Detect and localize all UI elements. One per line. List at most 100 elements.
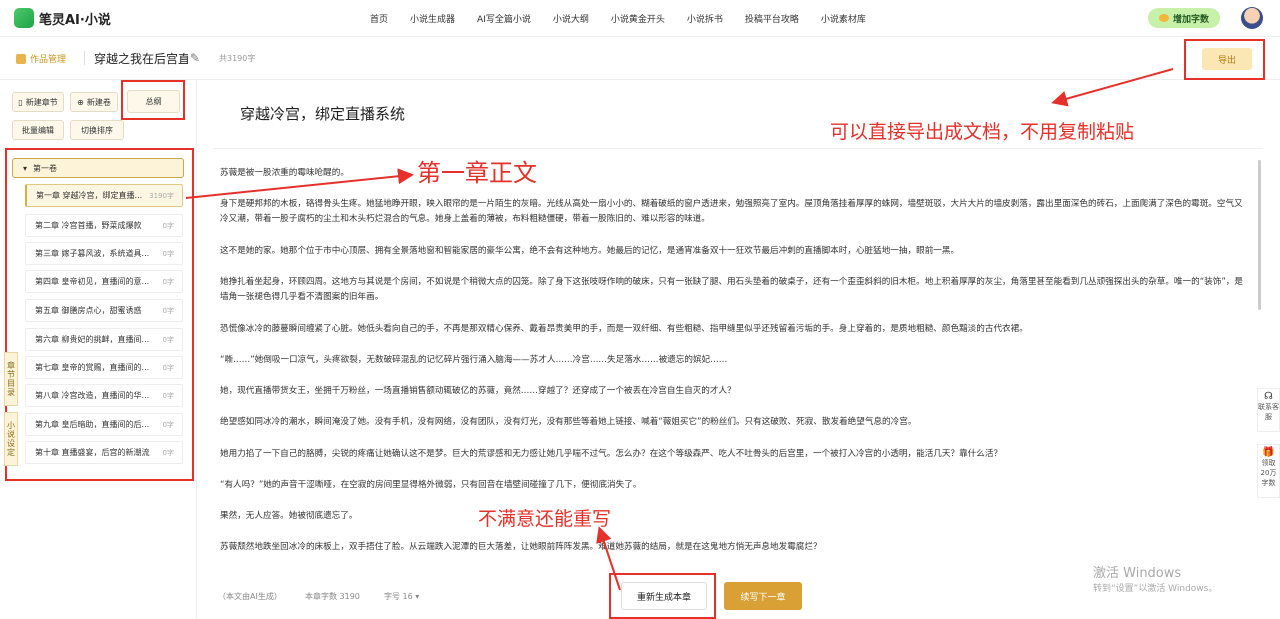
windows-watermark: 激活 Windows [1093, 566, 1182, 581]
paragraph[interactable]: 她用力掐了一下自己的胳膊，尖锐的疼痛让她确认这不是梦。巨大的荒谬感和无力感让她几… [220, 447, 1250, 462]
regen-annotation: 不满意还能重写 [478, 508, 612, 530]
nav-link-home[interactable]: 首页 [370, 12, 388, 25]
divider [84, 51, 85, 65]
paragraph[interactable]: 恐慌像冰冷的藤蔓瞬间缠紧了心脏。她低头看向自己的手，不再是那双精心保养、戴着昂贵… [220, 322, 1250, 337]
continue-next-chapter-button[interactable]: 续写下一章 [724, 582, 802, 610]
logo[interactable]: 笔灵AI·小说 [14, 8, 111, 28]
nav-link-ai-full[interactable]: AI写全篇小说 [477, 12, 531, 25]
claim-words-button[interactable]: 🎁 领取20万字数 [1257, 444, 1280, 498]
work-title[interactable]: 穿越之我在后宫直播 [94, 50, 188, 67]
paragraph[interactable]: 身下是硬邦邦的木板，硌得骨头生疼。她猛地睁开眼，映入眼帘的是一片陌生的灰暗。光线… [220, 197, 1250, 227]
paragraph[interactable]: 苏薇是被一股浓重的霉味呛醒的。 [220, 166, 1250, 181]
tab-chapter-catalog[interactable]: 章节目录 [4, 352, 18, 406]
chapter-count: 0字 [162, 391, 174, 400]
chapter-name: 第三章 嫁子篡风波，系统道具... [35, 249, 150, 258]
regenerate-chapter-button[interactable]: 重新生成本章 [621, 582, 707, 610]
chapter-count: 0字 [162, 448, 174, 457]
nav-link-generator[interactable]: 小说生成器 [410, 12, 455, 25]
chapter-item[interactable]: 第一章 穿越冷宫，绑定直播... 3190字 [25, 184, 183, 207]
windows-watermark-sub: 转到“设置”以激活 Windows。 [1093, 584, 1218, 594]
claim-words-label: 领取20万字数 [1260, 459, 1277, 487]
chapter-name: 第二章 冷宫首播，野菜成爆款 [35, 221, 142, 230]
edit-icon[interactable]: ✎ [190, 51, 200, 65]
chapter-item[interactable]: 第二章 冷宫首播，野菜成爆款 0字 [25, 214, 183, 237]
add-words-button[interactable]: 增加字数 [1148, 8, 1220, 28]
paragraph[interactable]: 苏薇颓然地跌坐回冰冷的床板上，双手捂住了脸。从云端跌入泥潭的巨大落差，让她眼前阵… [220, 540, 1250, 555]
headset-icon: ☊ [1264, 391, 1273, 402]
chapter-count: 3190字 [149, 191, 174, 200]
chapter-annotation: 第一章正文 [417, 159, 537, 187]
paragraph[interactable]: “嘶……”她倒吸一口凉气，头疼欲裂，无数破碎混乱的记忆碎片强行涌入脑海——苏才人… [220, 353, 1250, 368]
chapter-count: 0字 [162, 335, 174, 344]
chapter-count: 0字 [162, 277, 174, 286]
paragraph[interactable]: 她挣扎着坐起身，环顾四周。这地方与其说是个房间，不如说是个稍微大点的囚笼。除了身… [220, 275, 1250, 305]
font-size-select[interactable]: 字号 16 ▾ [384, 591, 419, 602]
chapter-item[interactable]: 第九章 皇后暗助，直播间的后... 0字 [25, 413, 183, 436]
chapter-item[interactable]: 第五章 御膳房点心，甜蜜诱惑 0字 [25, 299, 183, 322]
batch-edit-button[interactable]: 批量编辑 [12, 120, 64, 140]
volume-label: 第一卷 [33, 163, 58, 173]
avatar[interactable] [1241, 7, 1263, 29]
nav-link-opening[interactable]: 小说黄金开头 [611, 12, 665, 25]
chapter-name: 第七章 皇帝的赏赐，直播间的... [35, 363, 150, 372]
works-icon [16, 53, 26, 64]
gift-icon: 🎁 [1262, 447, 1275, 458]
chapter-name: 第一章 穿越冷宫，绑定直播... [36, 191, 143, 200]
caret-down-icon: ▾ [415, 592, 420, 601]
new-chapter-label: 新建章节 [25, 97, 58, 107]
chapter-count: 0字 [162, 420, 174, 429]
divider [213, 148, 1263, 149]
nav-link-book-split[interactable]: 小说拆书 [687, 12, 723, 25]
chapter-count: 0字 [162, 363, 174, 372]
total-word-count: 共3190字 [219, 54, 256, 63]
logo-icon [14, 8, 34, 28]
nav-link-materials[interactable]: 小说素材库 [821, 12, 866, 25]
paragraph[interactable]: 绝望感如同冰冷的潮水，瞬间淹没了她。没有手机，没有网络，没有团队，没有灯光，没有… [220, 415, 1250, 430]
chapter-item[interactable]: 第三章 嫁子篡风波，系统道具... 0字 [25, 242, 183, 265]
font-size-label: 字号 16 [384, 592, 413, 601]
chapter-title[interactable]: 穿越冷宫，绑定直播系统 [240, 103, 405, 124]
paragraph[interactable]: 这不是她的家。她那个位于市中心顶层、拥有全景落地窗和智能家居的豪华公寓，绝不会有… [220, 244, 1250, 259]
chapter-name: 第六章 柳贵妃的挑衅，直播间... [35, 335, 150, 344]
chapter-count: 0字 [162, 306, 174, 315]
plus-circle-icon: ⊕ [77, 97, 84, 107]
chapter-name: 第五章 御膳房点心，甜蜜诱惑 [35, 306, 142, 315]
chapter-item[interactable]: 第七章 皇帝的赏赐，直播间的... 0字 [25, 356, 183, 379]
nav-link-outline[interactable]: 小说大纲 [553, 12, 589, 25]
chapter-word-count: 本章字数 3190 [305, 592, 360, 601]
new-volume-button[interactable]: ⊕ 新建卷 [70, 92, 118, 112]
work-header: 作品管理 穿越之我在后宫直播 ✎ 共3190字 [0, 37, 1280, 80]
switch-sort-button[interactable]: 切换排序 [70, 120, 124, 140]
caret-down-icon: ▾ [23, 163, 28, 173]
chapter-item[interactable]: 第八章 冷宫改造，直播间的华... 0字 [25, 384, 183, 407]
chapter-name: 第九章 皇后暗助，直播间的后... [35, 420, 150, 429]
contact-service-button[interactable]: ☊ 联系客服 [1257, 388, 1280, 432]
export-annotation: 可以直接导出成文档，不用复制粘贴 [830, 121, 1135, 143]
scrollbar[interactable] [1258, 160, 1261, 310]
contact-service-label: 联系客服 [1258, 403, 1279, 421]
works-label: 作品管理 [30, 55, 67, 65]
chapter-name: 第十章 直播盛宴，后宫的新潮流 [35, 448, 150, 457]
add-words-label: 增加字数 [1172, 14, 1209, 25]
paragraph[interactable]: “有人吗？”她的声音干涩嘶哑，在空寂的房间里显得格外微弱，只有回音在墙壁间碰撞了… [220, 478, 1250, 493]
new-chapter-icon: ▯ [18, 97, 23, 107]
new-chapter-button[interactable]: ▯ 新建章节 [12, 92, 64, 112]
chapter-count: 0字 [162, 221, 174, 230]
paragraph[interactable]: 她，现代直播带货女王，坐拥千万粉丝，一场直播销售额动辄破亿的苏薇，竟然……穿越了… [220, 384, 1250, 399]
nav-link-submission[interactable]: 投稿平台攻略 [745, 12, 799, 25]
nav-links: 首页 小说生成器 AI写全篇小说 小说大纲 小说黄金开头 小说拆书 投稿平台攻略… [370, 12, 888, 25]
coin-icon [1158, 14, 1169, 22]
chapter-item[interactable]: 第六章 柳贵妃的挑衅，直播间... 0字 [25, 328, 183, 351]
export-button[interactable]: 导出 [1202, 48, 1252, 70]
ai-generated-note: （本文由AI生成） [218, 592, 282, 601]
volume-header[interactable]: ▾ 第一卷 [12, 158, 184, 178]
works-management-link[interactable]: 作品管理 [16, 52, 66, 65]
tab-novel-settings[interactable]: 小说设定 [4, 412, 18, 466]
chapter-name: 第八章 冷宫改造，直播间的华... [35, 391, 150, 400]
outline-highlight-box [121, 80, 185, 120]
chapter-item[interactable]: 第四章 皇帝初见，直播间的意... 0字 [25, 270, 183, 293]
chapter-item[interactable]: 第十章 直播盛宴，后宫的新潮流 0字 [25, 441, 183, 464]
chapter-name: 第四章 皇帝初见，直播间的意... [35, 277, 150, 286]
chapter-count: 0字 [162, 249, 174, 258]
paragraph[interactable]: 果然，无人应答。她被彻底遗忘了。 [220, 509, 1250, 524]
